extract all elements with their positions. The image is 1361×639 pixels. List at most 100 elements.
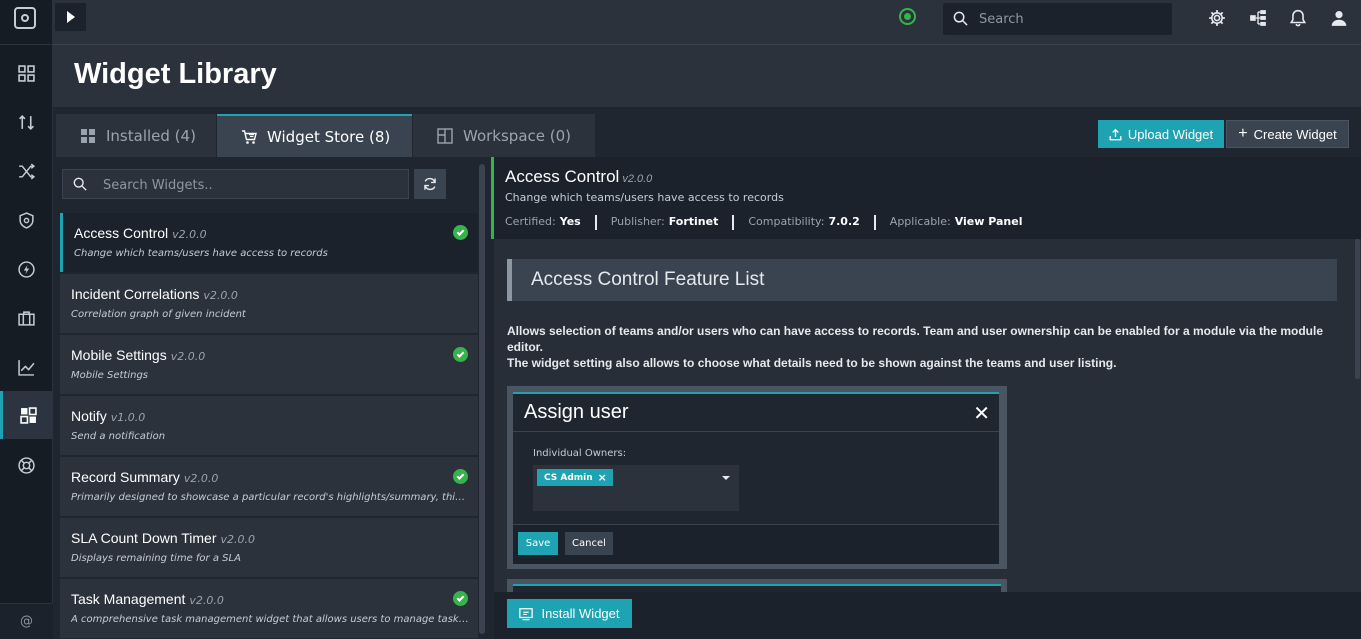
certified-value: Yes [559, 215, 581, 228]
feature-text-2: The widget setting also allows to choose… [507, 356, 1117, 370]
compatibility-value: 7.0.2 [828, 215, 860, 228]
nav-widgets[interactable] [0, 391, 53, 439]
shuffle-icon [19, 162, 35, 180]
nav-security[interactable] [0, 196, 53, 244]
widget-name: Mobile Settings [71, 347, 167, 363]
tab-installed[interactable]: Installed (4) [56, 114, 216, 157]
widget-list-item[interactable]: Notify v1.0.0 Send a notification [60, 396, 478, 455]
widget-description: Primarily designed to showcase a particu… [71, 492, 469, 503]
owners-label: Individual Owners: [533, 448, 627, 459]
widget-list-item[interactable]: Mobile Settings v2.0.0 Mobile Settings [60, 335, 478, 394]
feature-screenshot-2 [507, 579, 1007, 592]
cart-icon [242, 129, 257, 144]
system-status-icon[interactable] [899, 8, 916, 25]
refresh-icon [424, 177, 436, 191]
widget-list-item[interactable]: Incident Correlations v2.0.0 Correlation … [60, 274, 478, 333]
dashboard-icon [18, 64, 35, 82]
dialog-save-button: Save [518, 532, 558, 555]
applicable-label: Applicable: [889, 215, 951, 228]
chart-icon [18, 359, 35, 376]
meta-divider [873, 215, 876, 230]
widget-list-item[interactable]: Record Summary v2.0.0 Primarily designed … [60, 457, 478, 516]
widget-name: Access Control [74, 225, 169, 241]
detail-header: Access Control v2.0.0 Change which teams/… [491, 157, 1361, 239]
widget-name: Notify [71, 408, 107, 424]
certified-label: Certified: [505, 215, 556, 228]
nav-queue[interactable] [0, 98, 53, 146]
widget-version: v2.0.0 [220, 533, 256, 546]
chevron-down-icon [722, 476, 730, 480]
nav-automation[interactable] [0, 147, 53, 195]
widget-list-item[interactable]: SLA Count Down Timer v2.0.0 Displays rema… [60, 518, 478, 577]
user-menu-button[interactable] [1329, 8, 1349, 28]
rail-footer-at[interactable]: @ [0, 603, 53, 639]
widget-version: v2.0.0 [183, 472, 219, 485]
installed-check-icon [453, 469, 468, 484]
widget-list-item[interactable]: Task Management v2.0.0 A comprehensive ta… [60, 579, 478, 638]
sitemap-icon [1250, 10, 1266, 26]
upload-icon [1109, 128, 1122, 140]
widgets-icon [19, 406, 37, 424]
detail-scrollbar[interactable] [1355, 239, 1360, 379]
widget-detail-panel: Access Control v2.0.0 Change which teams/… [491, 157, 1361, 639]
app-root: @ Widget Library Installed (4) [0, 0, 1361, 639]
nav-reports[interactable] [0, 343, 53, 391]
tab-widget-store-label: Widget Store (8) [267, 127, 391, 146]
lightning-icon [18, 260, 35, 278]
widget-name: Task Management [71, 591, 186, 607]
meta-divider [732, 215, 735, 230]
install-icon [519, 607, 534, 620]
plus-icon: + [1238, 125, 1248, 142]
feature-list-heading: Access Control Feature List [507, 259, 1337, 301]
upload-widget-button[interactable]: Upload Widget [1098, 120, 1224, 148]
installed-check-icon [453, 347, 468, 362]
widget-list-item[interactable]: Access Control v2.0.0 Change which teams/… [60, 213, 478, 272]
global-search-input[interactable] [979, 9, 1159, 29]
briefcase-icon [18, 310, 35, 326]
sort-arrows-icon [19, 114, 34, 130]
install-widget-label: Install Widget [541, 606, 620, 621]
detail-title-text: Access Control [505, 167, 620, 186]
hierarchy-button[interactable] [1248, 8, 1268, 28]
dialog-cancel-button: Cancel [565, 532, 613, 555]
compatibility-label: Compatibility: [748, 215, 825, 228]
nav-help[interactable] [0, 441, 53, 489]
install-widget-button[interactable]: Install Widget [507, 599, 632, 628]
detail-footer: Install Widget [494, 592, 1361, 639]
publisher-value: Fortinet [668, 215, 719, 228]
widget-search[interactable] [62, 169, 409, 199]
left-nav-rail: @ [0, 0, 53, 639]
widget-description: A comprehensive task management widget t… [71, 614, 469, 625]
widget-name: SLA Count Down Timer [71, 530, 217, 546]
settings-button[interactable] [1207, 8, 1227, 28]
widget-description: Correlation graph of given incident [71, 309, 246, 320]
list-scrollbar[interactable] [479, 164, 485, 634]
play-icon [66, 11, 75, 23]
nav-playbooks[interactable] [0, 245, 53, 293]
widget-search-input[interactable] [103, 175, 393, 195]
close-icon: ✕ [973, 401, 990, 425]
feature-description: Allows selection of teams and/or users w… [507, 323, 1337, 371]
meta-divider [594, 215, 597, 230]
notifications-button[interactable] [1288, 8, 1308, 28]
widget-name: Incident Correlations [71, 286, 200, 302]
create-widget-button[interactable]: + Create Widget [1226, 120, 1349, 148]
installed-check-icon [453, 591, 468, 606]
chip-remove-icon: × [597, 471, 607, 484]
tab-widget-store[interactable]: Widget Store (8) [217, 114, 412, 157]
refresh-button[interactable] [414, 169, 446, 199]
upload-widget-label: Upload Widget [1127, 126, 1214, 142]
app-logo[interactable] [14, 7, 36, 29]
dialog-title: Assign user [524, 401, 629, 423]
top-bar [53, 0, 1361, 45]
widget-description: Change which teams/users have access to … [74, 248, 328, 259]
nav-resources[interactable] [0, 294, 53, 342]
global-search[interactable] [943, 3, 1172, 35]
create-widget-label: Create Widget [1253, 126, 1337, 142]
shield-icon [19, 211, 34, 229]
nav-dashboard[interactable] [0, 49, 53, 97]
tab-workspace[interactable]: Workspace (0) [413, 114, 595, 157]
tabs-row: Installed (4) Widget Store (8) Workspace… [53, 107, 1361, 157]
widget-description: Send a notification [71, 431, 166, 442]
expand-nav-button[interactable] [55, 3, 86, 31]
